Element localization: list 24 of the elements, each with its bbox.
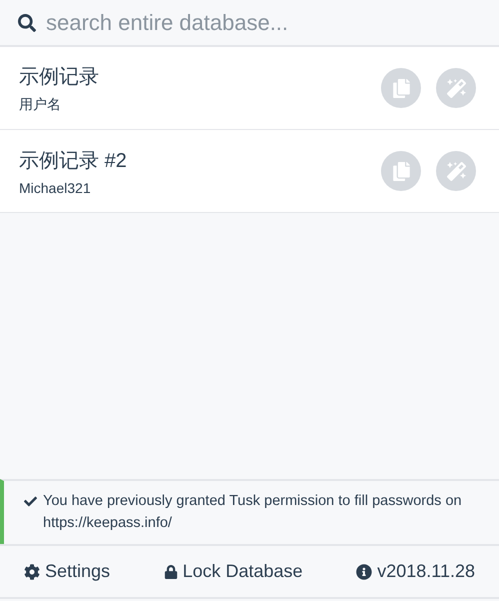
lock-database-link[interactable]: Lock Database: [164, 561, 303, 582]
entry-title: 示例记录 #2: [19, 148, 128, 174]
check-icon: [24, 495, 37, 508]
notice-text: You have previously granted Tusk permission to fill passwords on https://keepass.info/: [43, 492, 463, 533]
entry-title: 示例记录: [19, 64, 100, 90]
entry-row[interactable]: 示例记录 用户名: [0, 47, 499, 130]
autofill-button[interactable]: [436, 68, 476, 108]
copy-icon: [392, 162, 410, 180]
magic-wand-icon: [446, 78, 466, 98]
version-link[interactable]: v2018.11.28: [356, 561, 475, 582]
search-icon: [18, 14, 36, 32]
gear-icon: [24, 564, 40, 580]
info-icon: [356, 564, 372, 580]
settings-link[interactable]: Settings: [24, 561, 110, 582]
autofill-button[interactable]: [436, 151, 476, 191]
entry-username: Michael321: [19, 180, 92, 196]
magic-wand-icon: [446, 162, 466, 180]
copy-button[interactable]: [381, 68, 421, 108]
copy-button[interactable]: [381, 151, 421, 191]
entry-row[interactable]: 示例记录 #2 Michael321: [0, 130, 499, 213]
copy-icon: [392, 78, 410, 98]
lock-icon: [164, 564, 178, 578]
search-field[interactable]: search entire database...: [46, 10, 481, 36]
entry-username: 用户名: [19, 96, 62, 114]
